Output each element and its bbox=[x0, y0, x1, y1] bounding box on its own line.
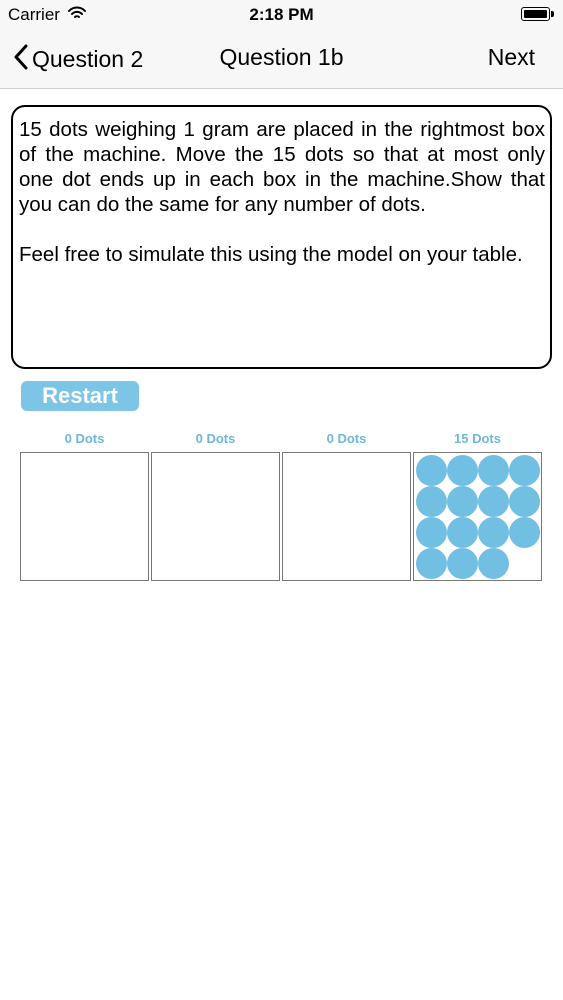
question-text-box: 15 dots weighing 1 gram are placed in th… bbox=[11, 105, 552, 369]
machine-box-2[interactable] bbox=[151, 452, 280, 581]
dot[interactable] bbox=[416, 548, 447, 579]
dot[interactable] bbox=[447, 548, 478, 579]
dot[interactable] bbox=[509, 486, 540, 517]
chevron-left-icon bbox=[14, 44, 28, 75]
box-2-dot-count: 0 Dots bbox=[195, 431, 236, 446]
box-3-dot-count: 0 Dots bbox=[326, 431, 367, 446]
box-1-dot-count: 0 Dots bbox=[64, 431, 105, 446]
dot[interactable] bbox=[509, 517, 540, 548]
box-4-dot-count: 15 Dots bbox=[454, 431, 501, 446]
battery-tip bbox=[551, 11, 554, 17]
dot[interactable] bbox=[478, 486, 509, 517]
status-time: 2:18 PM bbox=[249, 5, 314, 24]
dot[interactable] bbox=[447, 486, 478, 517]
dot[interactable] bbox=[509, 455, 540, 486]
machine-box-4[interactable] bbox=[413, 452, 542, 581]
dot[interactable] bbox=[447, 455, 478, 486]
dot[interactable] bbox=[447, 517, 478, 548]
status-bar: Carrier 2:18 PM bbox=[0, 0, 563, 30]
dot[interactable] bbox=[478, 455, 509, 486]
question-paragraph-1: 15 dots weighing 1 gram are placed in th… bbox=[19, 118, 545, 216]
navigation-bar: Question 2 Question 1b Next bbox=[0, 30, 563, 89]
next-button[interactable]: Next bbox=[488, 44, 535, 71]
dot[interactable] bbox=[478, 517, 509, 548]
back-button[interactable]: Question 2 bbox=[14, 42, 143, 76]
dot[interactable] bbox=[416, 517, 447, 548]
dot[interactable] bbox=[416, 486, 447, 517]
machine-box-3[interactable] bbox=[282, 452, 411, 581]
back-button-label: Question 2 bbox=[32, 45, 144, 72]
machine-box-1[interactable] bbox=[20, 452, 149, 581]
restart-button[interactable]: Restart bbox=[21, 381, 139, 411]
battery-icon bbox=[521, 7, 550, 21]
question-paragraph-2: Feel free to simulate this using the mod… bbox=[19, 243, 523, 266]
dot[interactable] bbox=[416, 455, 447, 486]
dot[interactable] bbox=[478, 548, 509, 579]
